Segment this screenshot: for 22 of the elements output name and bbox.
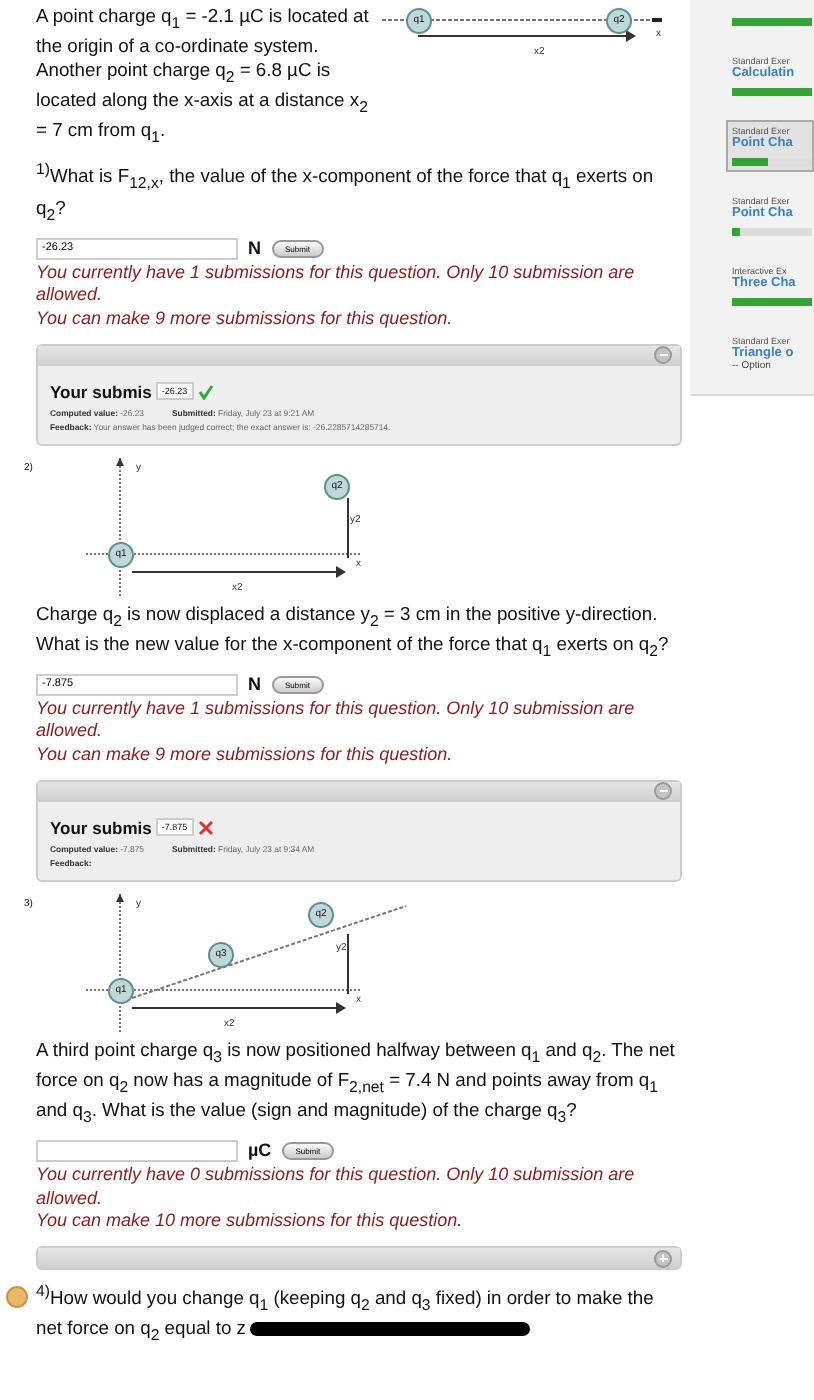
question-text: $^{4)}$How would you change q$_{1}$ (keeping q$_{2}$ and q$_{3}$ fixed) in order to make the net force on q$_{2}$ equal to z — [36, 1282, 656, 1347]
submission-title: Your submis — [50, 817, 152, 838]
submission-message: You currently have 0 submissions for this question. Only 10 submission are allowed. — [36, 1163, 637, 1211]
collapse-icon[interactable] — [654, 782, 672, 801]
submission-message: You can make 10 more submissions for this question. — [36, 1210, 465, 1235]
unit-label: N — [248, 238, 261, 259]
submission-message: You can make 9 more submissions for this question. — [36, 744, 455, 768]
submission-title: Your submis — [50, 381, 152, 402]
question-text: Charge q$_{2}$ is now displaced a distance y$_{2}$ = 3 cm in the positive y-direction. What is the new value for the x-component of the force that q$_{1}$ exerts on q$_{2}$? — [36, 601, 671, 662]
unit-label: N — [248, 674, 261, 695]
submission-message: You currently have 1 submissions for this question. Only 10 submission are allowed. — [36, 697, 637, 745]
answer-field[interactable] — [36, 1139, 238, 1162]
question-text: $^{1)}$What is F$_{12,x}$, the value of the x-component of the force that q$_{1}$ exerts on q$_{2}$? — [36, 160, 656, 226]
collapse-icon[interactable] — [654, 346, 672, 365]
question-text: A third point charge q$_{3}$ is now positioned halfway between q$_{1}$ and q$_{2}$. The net force on q$_{2}$ now has a magnitude of F$_{2,net}$ = 7.4 N and points away from q$_{1}$ and q$_{3}$. What is the value (sign and magnitude) of the charge q$_{3}$? — [36, 1037, 677, 1128]
problem-text: A point charge q$_{1}$ = -2.1 µC is located at the origin of a co-ordinate system. Another point charge q$_{2}$ = 6.8 µC is located along the x-axis at a distance x$_{2}$ = 7 cm from q$_{1}$. — [36, 4, 370, 149]
submission-message: You currently have 1 submissions for this question. Only 10 submission are allowed. — [36, 261, 637, 308]
hint-icon[interactable] — [6, 1286, 28, 1309]
unit-label: µC — [248, 1140, 272, 1161]
expand-icon[interactable] — [654, 1249, 672, 1268]
progress-bar — [732, 158, 812, 166]
submission-message: You can make 9 more submissions for this question. — [36, 308, 455, 332]
